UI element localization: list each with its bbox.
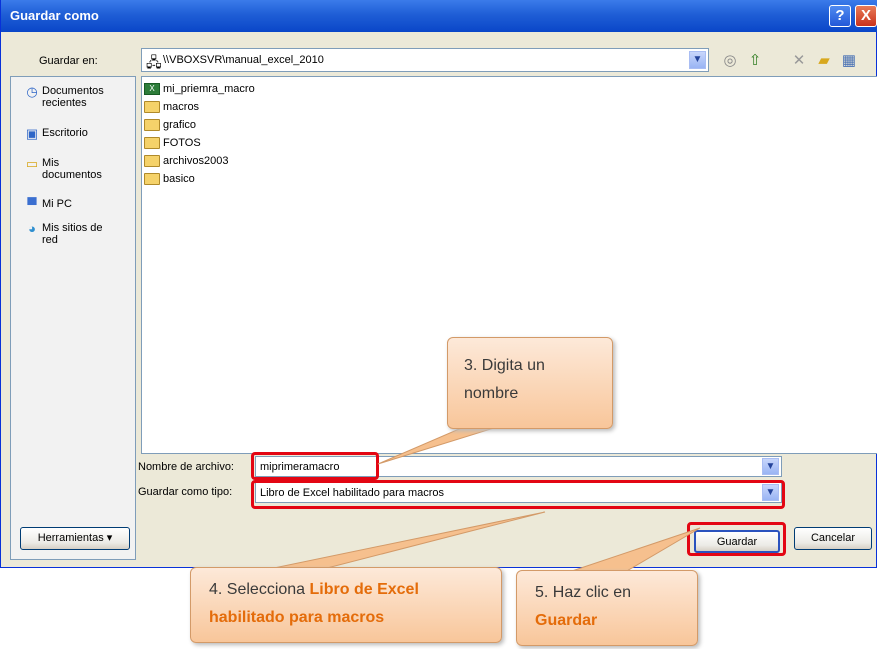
callout-pointer-4 [239, 511, 546, 576]
callout-step-5: 5. Haz clic en Guardar [516, 570, 698, 646]
callout-step-4: 4. Selecciona Libro de Excel habilitado … [190, 567, 502, 643]
callout-pointers [239, 419, 701, 576]
callout-step-3: 3. Digita un nombre [447, 337, 613, 429]
callout-pointer-5 [559, 527, 701, 576]
